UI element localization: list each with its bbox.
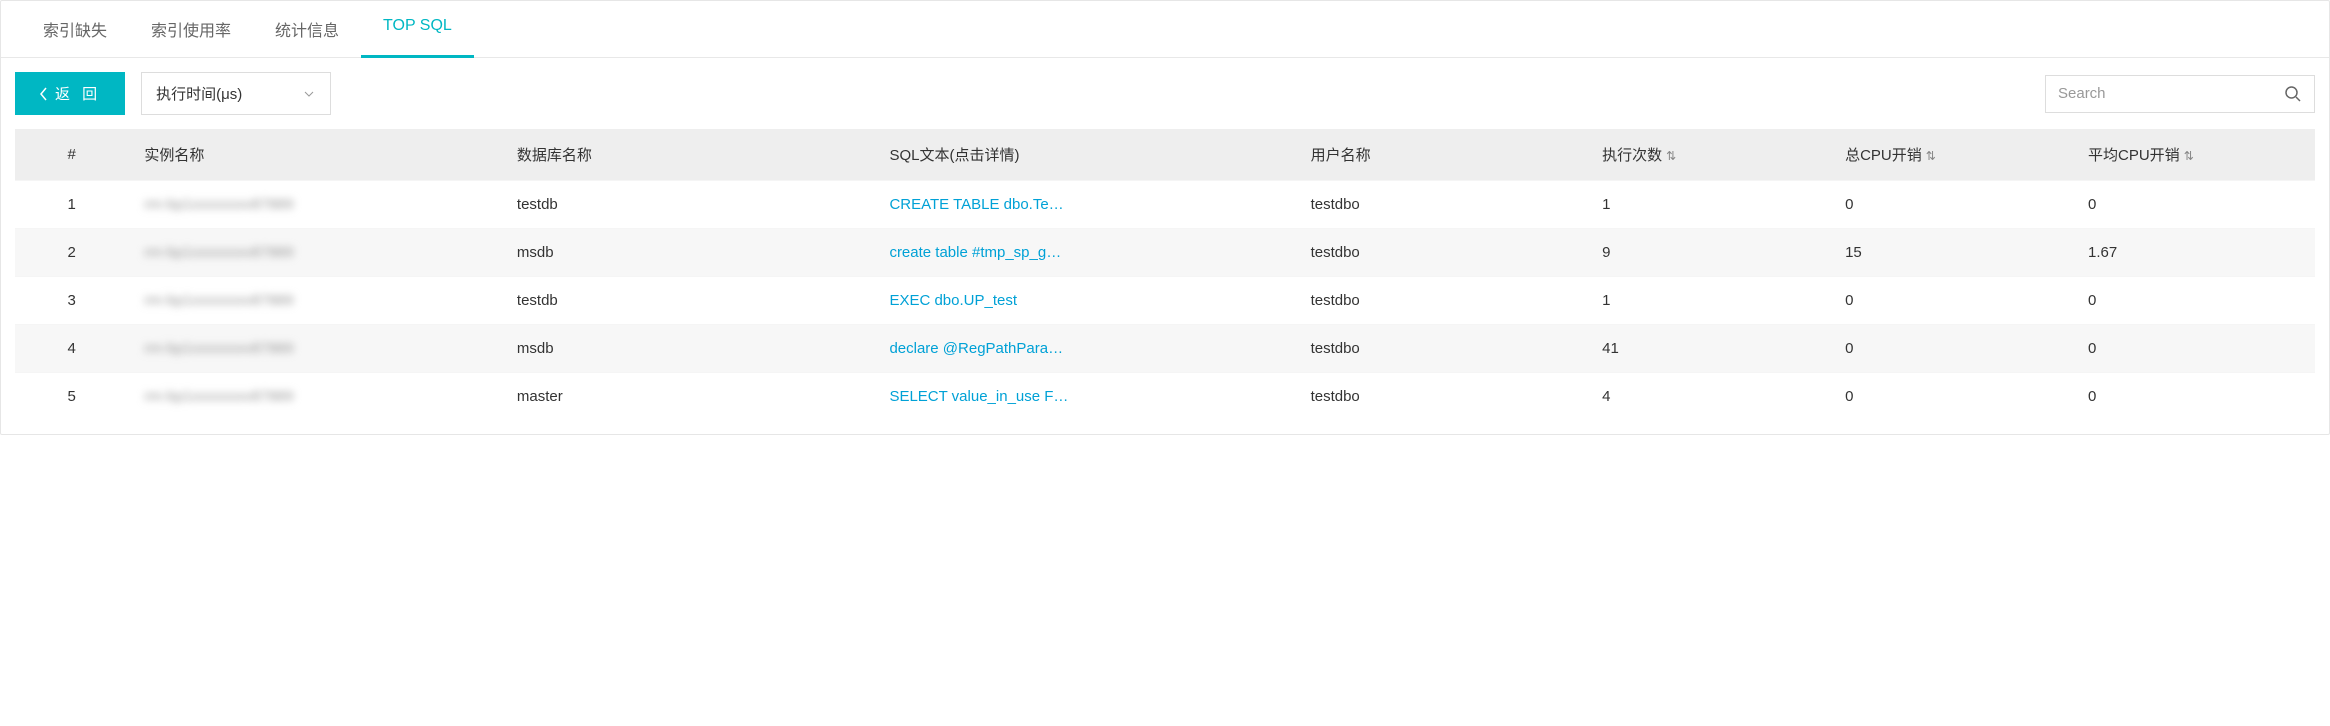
cell-cpu-total: 0 xyxy=(1829,181,2072,229)
col-header-database: 数据库名称 xyxy=(501,129,874,181)
tab-top-sql[interactable]: TOP SQL xyxy=(361,1,474,57)
col-header-exec-count[interactable]: 执行次数⇅ xyxy=(1586,129,1829,181)
cell-index: 2 xyxy=(15,229,128,277)
table-row: 4rm-bp1xxxxxxxv87889msdbdeclare @RegPath… xyxy=(15,325,2315,373)
cell-exec-count: 41 xyxy=(1586,325,1829,373)
cell-exec-count: 1 xyxy=(1586,181,1829,229)
cell-exec-count: 1 xyxy=(1586,277,1829,325)
search-box[interactable] xyxy=(2045,75,2315,113)
cell-instance: rm-bp1xxxxxxxv87889 xyxy=(128,181,501,229)
col-header-user: 用户名称 xyxy=(1295,129,1587,181)
cell-cpu-total: 0 xyxy=(1829,373,2072,421)
col-header-sql: SQL文本(点击详情) xyxy=(873,129,1294,181)
chevron-left-icon xyxy=(39,87,49,101)
cell-index: 4 xyxy=(15,325,128,373)
cell-instance: rm-bp1xxxxxxxv87889 xyxy=(128,277,501,325)
cell-cpu-avg: 0 xyxy=(2072,181,2315,229)
back-button-label: 返 回 xyxy=(55,83,101,104)
cell-database: testdb xyxy=(501,181,874,229)
table-row: 2rm-bp1xxxxxxxv87889msdbcreate table #tm… xyxy=(15,229,2315,277)
tab-statistics[interactable]: 统计信息 xyxy=(253,1,361,57)
cell-sql[interactable]: SELECT value_in_use F… xyxy=(873,373,1294,421)
cell-index: 3 xyxy=(15,277,128,325)
cell-exec-count: 4 xyxy=(1586,373,1829,421)
cell-database: master xyxy=(501,373,874,421)
chevron-down-icon xyxy=(302,87,316,101)
cell-database: msdb xyxy=(501,325,874,373)
cell-exec-count: 9 xyxy=(1586,229,1829,277)
search-input[interactable] xyxy=(2058,85,2284,102)
col-header-index: # xyxy=(15,129,128,181)
sql-table: # 实例名称 数据库名称 SQL文本(点击详情) 用户名称 执行次数⇅ 总CPU… xyxy=(15,129,2315,420)
search-icon xyxy=(2284,85,2302,103)
cell-cpu-avg: 0 xyxy=(2072,277,2315,325)
metric-select[interactable]: 执行时间(μs) xyxy=(141,72,331,115)
cell-cpu-total: 15 xyxy=(1829,229,2072,277)
cell-index: 1 xyxy=(15,181,128,229)
col-header-instance: 实例名称 xyxy=(128,129,501,181)
cell-user: testdbo xyxy=(1295,373,1587,421)
cell-user: testdbo xyxy=(1295,229,1587,277)
cell-instance: rm-bp1xxxxxxxv87889 xyxy=(128,373,501,421)
back-button[interactable]: 返 回 xyxy=(15,72,125,115)
table-row: 1rm-bp1xxxxxxxv87889testdbCREATE TABLE d… xyxy=(15,181,2315,229)
cell-cpu-avg: 0 xyxy=(2072,373,2315,421)
cell-sql[interactable]: create table #tmp_sp_g… xyxy=(873,229,1294,277)
table-row: 5rm-bp1xxxxxxxv87889masterSELECT value_i… xyxy=(15,373,2315,421)
cell-cpu-total: 0 xyxy=(1829,325,2072,373)
sort-icon: ⇅ xyxy=(2184,149,2194,163)
cell-instance: rm-bp1xxxxxxxv87889 xyxy=(128,229,501,277)
col-header-cpu-avg[interactable]: 平均CPU开销⇅ xyxy=(2072,129,2315,181)
tab-index-missing[interactable]: 索引缺失 xyxy=(21,1,129,57)
cell-database: testdb xyxy=(501,277,874,325)
cell-user: testdbo xyxy=(1295,325,1587,373)
tab-bar: 索引缺失 索引使用率 统计信息 TOP SQL xyxy=(1,1,2329,58)
sort-icon: ⇅ xyxy=(1666,149,1676,163)
cell-sql[interactable]: declare @RegPathPara… xyxy=(873,325,1294,373)
cell-cpu-avg: 0 xyxy=(2072,325,2315,373)
cell-cpu-total: 0 xyxy=(1829,277,2072,325)
toolbar: 返 回 执行时间(μs) xyxy=(1,58,2329,129)
sort-icon: ⇅ xyxy=(1926,149,1936,163)
tab-index-usage[interactable]: 索引使用率 xyxy=(129,1,253,57)
cell-index: 5 xyxy=(15,373,128,421)
cell-sql[interactable]: CREATE TABLE dbo.Te… xyxy=(873,181,1294,229)
cell-instance: rm-bp1xxxxxxxv87889 xyxy=(128,325,501,373)
cell-sql[interactable]: EXEC dbo.UP_test xyxy=(873,277,1294,325)
metric-select-value: 执行时间(μs) xyxy=(156,83,242,104)
cell-user: testdbo xyxy=(1295,181,1587,229)
table-row: 3rm-bp1xxxxxxxv87889testdbEXEC dbo.UP_te… xyxy=(15,277,2315,325)
cell-cpu-avg: 1.67 xyxy=(2072,229,2315,277)
cell-user: testdbo xyxy=(1295,277,1587,325)
cell-database: msdb xyxy=(501,229,874,277)
col-header-cpu-total[interactable]: 总CPU开销⇅ xyxy=(1829,129,2072,181)
